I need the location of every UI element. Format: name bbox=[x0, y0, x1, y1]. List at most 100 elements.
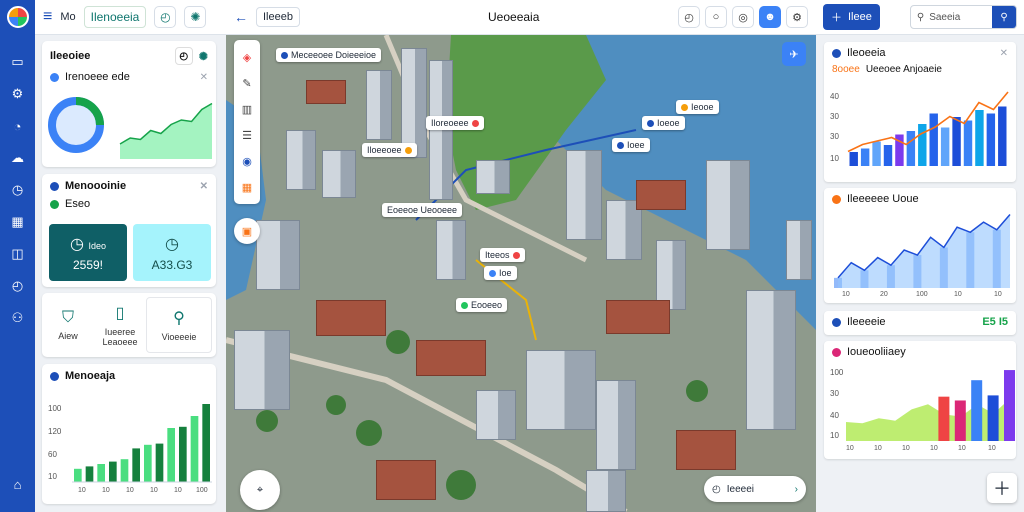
bar bbox=[155, 443, 164, 482]
map-marker[interactable]: Meceeoee Doieeeioe bbox=[276, 48, 382, 62]
value-card: Ileeeeie E5 I5 bbox=[824, 311, 1016, 335]
map-marker[interactable]: Iteeos bbox=[480, 248, 525, 262]
globe-icon[interactable]: ◉ bbox=[238, 152, 256, 170]
menu-icon[interactable]: ≡ bbox=[43, 8, 52, 26]
back-arrow-icon[interactable]: ← bbox=[234, 9, 248, 25]
map-marker[interactable]: Iloeeoee bbox=[362, 143, 417, 157]
avatar[interactable]: ☻ bbox=[759, 6, 781, 28]
left-rail: ▭ ⚙ ◔ ☁ ◷ ▦ ◫ ◴ ⚇ ⌂ bbox=[0, 0, 35, 512]
settings-icon[interactable]: ⚙ bbox=[786, 6, 808, 28]
user-icon[interactable]: ⚇ bbox=[8, 308, 28, 328]
search-placeholder: Saeeia bbox=[929, 11, 961, 23]
gauge-icon[interactable]: ◷ bbox=[8, 180, 28, 200]
bar bbox=[849, 152, 858, 166]
marker-dot bbox=[461, 301, 468, 309]
search-button[interactable]: ⚲ bbox=[992, 6, 1016, 28]
tree bbox=[326, 395, 346, 415]
x-tick: 10 bbox=[78, 487, 86, 494]
status-dot bbox=[50, 199, 59, 209]
card-value: E5 I5 bbox=[982, 316, 1008, 328]
add-button[interactable]: ＋ bbox=[987, 473, 1017, 503]
map-marker[interactable]: Ieooe bbox=[676, 100, 719, 114]
x-tick: 10 bbox=[988, 445, 996, 452]
card-title: Ileeoiee bbox=[50, 50, 91, 62]
close-icon[interactable]: ✕ bbox=[200, 72, 208, 83]
building-roof bbox=[416, 340, 486, 376]
bar bbox=[860, 148, 870, 166]
pen-icon[interactable]: ✎ bbox=[238, 74, 256, 92]
marker-label: Ioeoe bbox=[657, 118, 680, 128]
calendar-icon[interactable]: ▦ bbox=[8, 212, 28, 232]
home-icon[interactable]: ⌂ bbox=[8, 474, 28, 494]
bar bbox=[74, 468, 82, 482]
new-button-label: Ileee bbox=[848, 11, 872, 23]
building bbox=[366, 70, 392, 140]
map-marker[interactable]: Iloreoeee bbox=[426, 116, 484, 130]
bar bbox=[952, 117, 961, 166]
building bbox=[476, 390, 516, 440]
marker-dot bbox=[281, 51, 288, 59]
layers-icon[interactable]: ◫ bbox=[8, 244, 28, 264]
layers-icon[interactable]: ◈ bbox=[238, 48, 256, 66]
cloud-icon[interactable]: ☁ bbox=[8, 148, 28, 168]
map-marker[interactable]: Eoeeoe Ueooeee bbox=[382, 203, 463, 217]
building bbox=[746, 290, 796, 430]
kpi-tile-secondary[interactable]: ◷ A33.G3 bbox=[133, 224, 211, 281]
panel-icon[interactable]: ▭ bbox=[8, 52, 28, 72]
clock-icon[interactable]: ◴ bbox=[678, 6, 700, 28]
actions-card: ⛉ Aiew ▯ Iueeree Leaoeee ⚲ Vioeeeie bbox=[42, 293, 216, 357]
x-tick: 100 bbox=[916, 291, 928, 298]
list-icon[interactable]: ☰ bbox=[238, 126, 256, 144]
marker-dot bbox=[404, 146, 412, 154]
tile-value: 2559! bbox=[72, 257, 104, 272]
tab-active[interactable]: Ilenoeeia bbox=[83, 6, 147, 28]
bar bbox=[954, 400, 966, 441]
card-subtitle: Irenoeee ede bbox=[65, 71, 130, 83]
building-roof bbox=[316, 300, 386, 336]
clock-icon[interactable]: ◴ bbox=[8, 276, 28, 296]
combo-chart-card: Ileoeeia ✕ 8ooee Ueeoee Anjoaeie 40 30 3… bbox=[824, 42, 1016, 182]
map-marker[interactable]: Ioe bbox=[484, 266, 517, 280]
clock-icon[interactable]: ◴ bbox=[174, 47, 193, 65]
map-marker[interactable]: Ioee bbox=[612, 138, 650, 152]
compass-icon[interactable]: ✈ bbox=[782, 42, 806, 66]
map-search-pill[interactable]: ◴ Ieeeei › bbox=[704, 476, 806, 502]
building bbox=[476, 160, 510, 194]
action-tile[interactable]: ⛉ Aiew bbox=[48, 297, 88, 353]
search-field[interactable]: ⚲ Saeeia ⚲ bbox=[909, 5, 1017, 29]
app-logo[interactable] bbox=[6, 6, 29, 28]
bar bbox=[167, 428, 175, 482]
map-location-button[interactable]: ⌖ bbox=[240, 470, 280, 510]
close-icon[interactable]: ✕ bbox=[200, 181, 208, 192]
action-tile[interactable]: ▯ Iueeree Leaoeee bbox=[94, 297, 146, 353]
settings-icon[interactable]: ⚙ bbox=[8, 84, 28, 104]
grid-icon[interactable]: ▦ bbox=[238, 178, 256, 196]
marker-label: Iteeos bbox=[485, 250, 510, 260]
book-icon[interactable]: ▥ bbox=[238, 100, 256, 118]
x-tick: 10 bbox=[102, 487, 110, 494]
map-marker[interactable]: Ioeoe bbox=[642, 116, 685, 130]
building-roof bbox=[376, 460, 436, 500]
action-label: Vioeeeie bbox=[161, 332, 197, 342]
sparkle-icon[interactable]: ✺ bbox=[199, 50, 208, 63]
marker-dot bbox=[489, 269, 496, 277]
target-icon[interactable]: ◎ bbox=[732, 6, 754, 28]
kpi-tile-primary[interactable]: ◷ Ideo 2559! bbox=[49, 224, 127, 281]
pin-icon: ⚲ bbox=[173, 310, 185, 327]
marker-label: Ioe bbox=[499, 268, 512, 278]
x-tick: 10 bbox=[126, 487, 134, 494]
bar bbox=[883, 145, 893, 166]
new-button[interactable]: ＋ Ileee bbox=[823, 4, 880, 30]
bar bbox=[190, 416, 199, 482]
x-tick: 10 bbox=[842, 291, 850, 298]
map-view[interactable]: ← Ileeeb Ueoeeaia ◴ ○ ◎ ☻ ⚙ ◈ ✎ ▥ ☰ ◉ ▦ … bbox=[226, 0, 816, 512]
chart-pie-icon[interactable]: ◔ bbox=[8, 116, 28, 136]
action-tile[interactable]: ⚲ Vioeeeie bbox=[146, 297, 212, 353]
breadcrumb[interactable]: Ileeeb bbox=[256, 7, 300, 27]
map-marker[interactable]: Eooeeo bbox=[456, 298, 508, 312]
sparkle-icon[interactable]: ✺ bbox=[184, 6, 207, 28]
circle-icon[interactable]: ○ bbox=[705, 6, 727, 28]
clock-icon[interactable]: ◴ bbox=[154, 6, 177, 28]
bar bbox=[132, 448, 140, 482]
map-logo-button[interactable]: ▣ bbox=[234, 218, 260, 244]
